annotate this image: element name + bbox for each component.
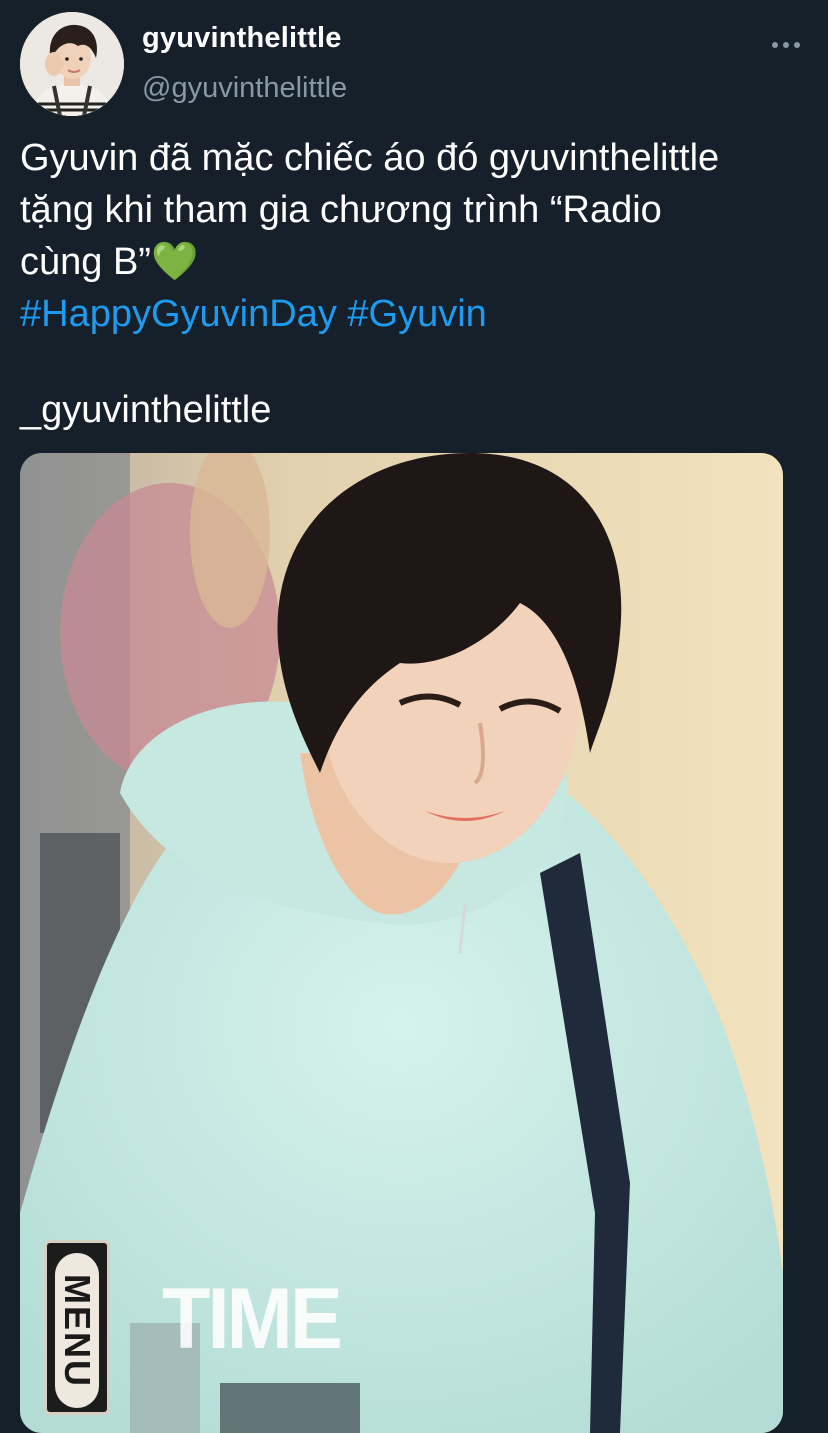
tweet: gyuvinthelittle @gyuvinthelittle Gyuvin … [0, 0, 828, 1433]
photo-image [20, 453, 783, 1433]
avatar[interactable] [20, 12, 124, 116]
tweet-text-line: Gyuvin đã mặc chiếc áo đó gyuvinthelittl… [20, 137, 720, 179]
username-handle[interactable]: @gyuvinthelittle [142, 72, 347, 105]
line-break [20, 340, 820, 384]
hashtag-line: #HappyGyuvinDay #Gyuvin [20, 288, 820, 340]
more-horizontal-icon [772, 42, 800, 48]
hashtag-link[interactable]: #HappyGyuvinDay [20, 293, 337, 335]
display-name[interactable]: gyuvinthelittle [142, 22, 342, 55]
photo-caption-time: TIME [162, 1271, 343, 1367]
tweet-photo[interactable] [20, 453, 783, 1433]
avatar-image [20, 12, 124, 116]
more-options-button[interactable] [764, 30, 808, 60]
hashtag-link[interactable]: #Gyuvin [347, 293, 486, 335]
tweet-signature: _gyuvinthelittle [20, 389, 272, 431]
menu-sign-label: MENU [55, 1253, 99, 1408]
menu-sign: MENU [44, 1240, 110, 1415]
tweet-text-line: tặng khi tham gia chương trình “Radio [20, 189, 662, 231]
tweet-text: Gyuvin đã mặc chiếc áo đó gyuvinthelittl… [20, 132, 820, 436]
tweet-text-line: cùng B”💚 [20, 241, 199, 283]
menu-text: MENU [57, 1273, 98, 1388]
